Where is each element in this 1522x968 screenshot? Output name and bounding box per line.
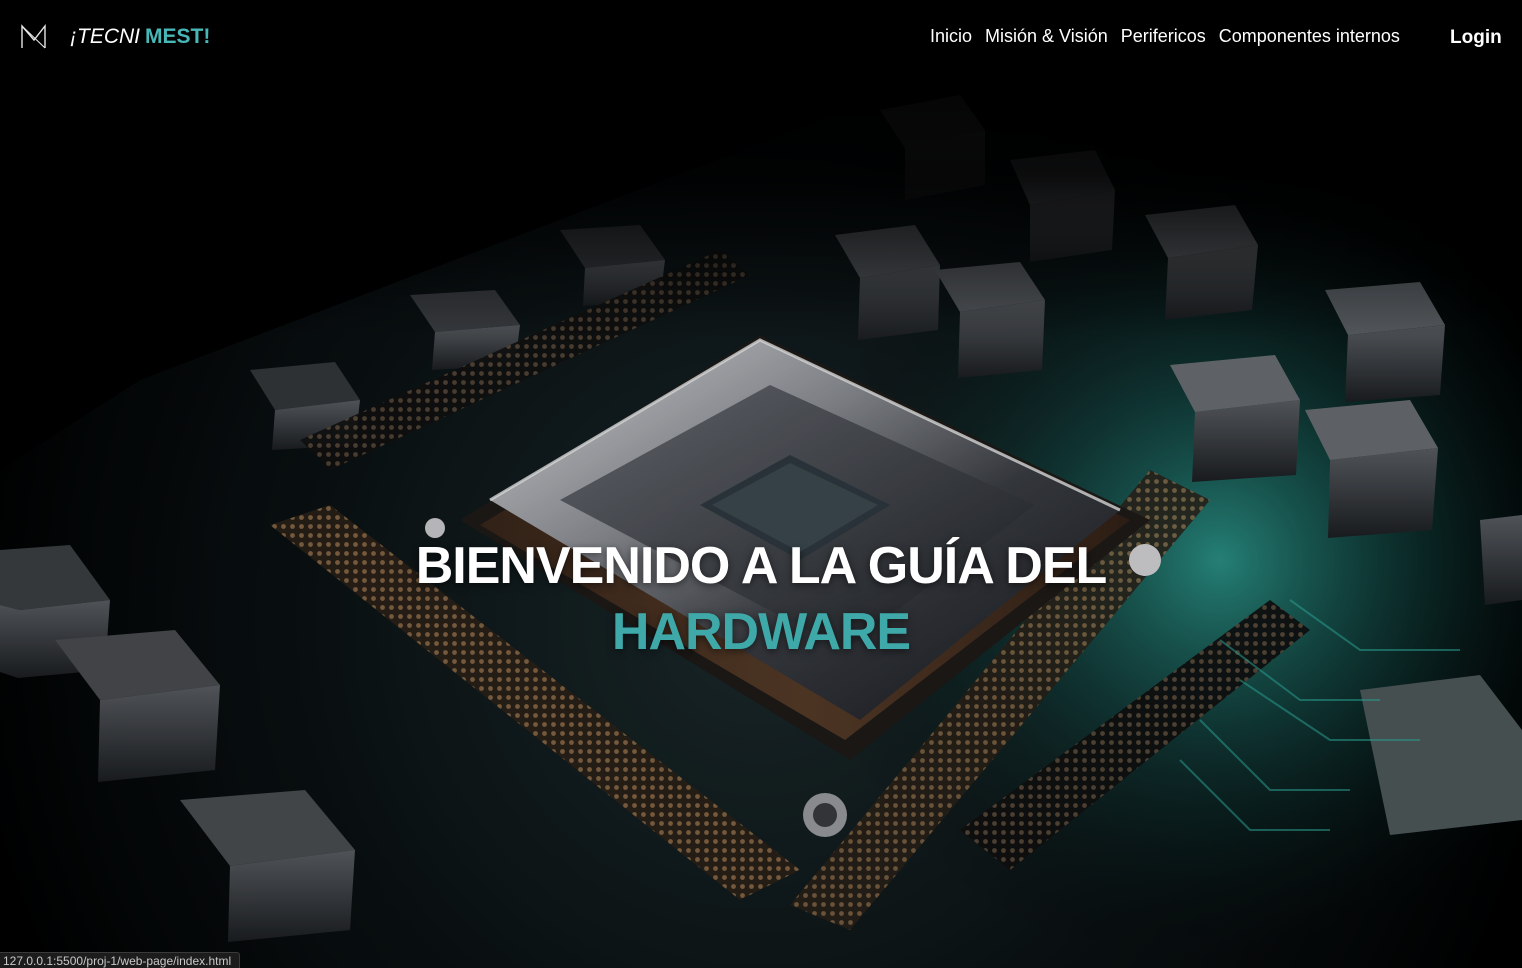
brand-name-part2: MEST! [145,25,211,48]
brand-name[interactable]: ¡TECNI MEST! [70,24,210,50]
m-monogram-icon[interactable] [20,23,47,50]
brand-name-part1: ¡TECNI [70,25,140,48]
page: ¡TECNI MEST! Inicio Misión & Visión Perif… [0,0,1522,968]
navbar: ¡TECNI MEST! Inicio Misión & Visión Perif… [0,0,1522,74]
hero-background-image [0,0,1522,968]
nav-link-mision-vision[interactable]: Misión & Visión [985,24,1108,48]
status-url-bar: 127.0.0.1:5500/proj-1/web-page/index.htm… [0,952,241,968]
nav-links: Inicio Misión & Visión Perifericos Compo… [930,24,1400,48]
nav-link-inicio[interactable]: Inicio [930,24,972,48]
hero-title-line1: BIENVENIDO A LA GUÍA DEL [415,537,1108,595]
login-link[interactable]: Login [1450,26,1502,50]
nav-link-perifericos[interactable]: Perifericos [1121,24,1206,48]
nav-link-componentes-internos[interactable]: Componentes internos [1219,24,1400,48]
hero-title-line2: HARDWARE [611,603,911,661]
